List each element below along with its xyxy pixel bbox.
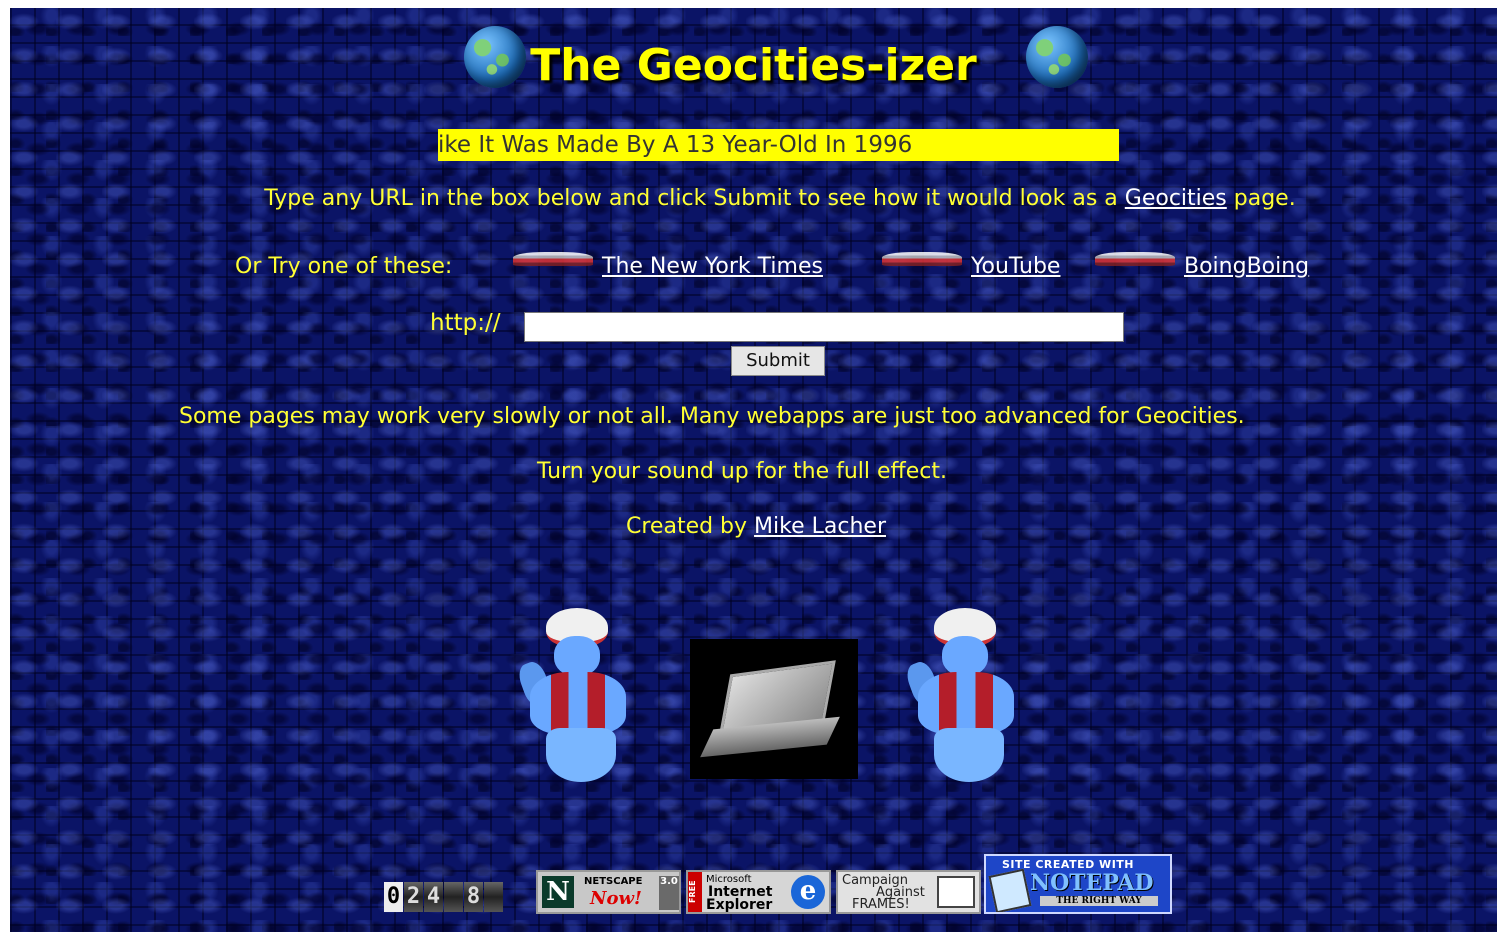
url-input[interactable] — [524, 312, 1124, 342]
tagline-text: ike It Was Made By A 13 Year-Old In 1996 — [438, 132, 913, 158]
frames-badge-line3: FRAMES! — [852, 897, 910, 912]
genie-gif-left — [515, 608, 656, 788]
intro-before: Type any URL in the box below and click … — [264, 186, 1125, 211]
credit-link[interactable]: Mike Lacher — [754, 514, 886, 539]
credit-text: Created by Mike Lacher — [626, 514, 886, 539]
arrow-gif-2 — [882, 252, 962, 266]
ie-badge[interactable]: FREE Microsoft Internet Explorer e — [686, 870, 831, 914]
example-link-nytimes[interactable]: The New York Times — [602, 254, 823, 279]
netscape-badge-line2: Now! — [590, 888, 642, 909]
example-link-youtube[interactable]: YouTube — [971, 254, 1060, 279]
geocities-link[interactable]: Geocities — [1125, 186, 1227, 211]
tagline-marquee: ike It Was Made By A 13 Year-Old In 1996 — [438, 129, 1119, 161]
counter-digit — [444, 882, 463, 912]
intro-text: Type any URL in the box below and click … — [10, 186, 1497, 211]
notepad-badge[interactable]: SITE CREATED WITH NOTEPAD THE RIGHT WAY — [984, 854, 1172, 914]
netscape-logo-icon: N — [542, 876, 574, 908]
notepad-badge-line3: THE RIGHT WAY — [1040, 896, 1158, 906]
url-prefix-label: http:// — [430, 310, 501, 336]
genie-head — [942, 636, 988, 676]
laptop-gif — [690, 639, 858, 779]
globe-icon-right — [1026, 26, 1088, 88]
warning-text: Some pages may work very slowly or not a… — [179, 404, 1245, 429]
genie-head — [554, 636, 600, 676]
genie-vest — [530, 672, 626, 734]
counter-digit: 0 — [384, 882, 403, 912]
examples-label: Or Try one of these: — [235, 254, 453, 279]
credit-prefix: Created by — [626, 514, 755, 539]
example-link-boingboing[interactable]: BoingBoing — [1184, 254, 1309, 279]
netscape-badge-version: 3.0 — [659, 876, 679, 910]
ie-logo-icon: e — [791, 875, 825, 909]
campaign-against-frames-badge[interactable]: Campaign Against FRAMES! — [836, 870, 981, 914]
notepad-badge-line2: NOTEPAD — [1030, 870, 1154, 896]
window-icon — [937, 876, 975, 908]
genie-gif-right — [903, 608, 1044, 788]
notepad-icon — [988, 868, 1032, 912]
netscape-now-badge[interactable]: N NETSCAPE Now! 3.0 — [536, 870, 681, 914]
arrow-gif-1 — [513, 252, 593, 266]
counter-digit: 8 — [464, 882, 483, 912]
counter-digit: 4 — [424, 882, 443, 912]
counter-digit — [484, 882, 503, 912]
ie-free-label: FREE — [688, 872, 702, 912]
intro-after: page. — [1226, 186, 1296, 211]
counter-digit: 2 — [404, 882, 423, 912]
hit-counter: 0 2 4 8 — [384, 882, 504, 912]
sound-text: Turn your sound up for the full effect. — [537, 459, 947, 484]
ie-badge-line3: Explorer — [706, 897, 773, 913]
genie-tail — [934, 728, 1004, 782]
genie-tail — [546, 728, 616, 782]
netscape-badge-line1: NETSCAPE — [584, 876, 643, 887]
page-title: The Geocities-izer — [530, 40, 977, 91]
arrow-gif-3 — [1095, 252, 1175, 266]
genie-vest — [918, 672, 1014, 734]
page: The Geocities-izer ike It Was Made By A … — [10, 8, 1497, 932]
submit-button[interactable]: Submit — [731, 346, 825, 376]
